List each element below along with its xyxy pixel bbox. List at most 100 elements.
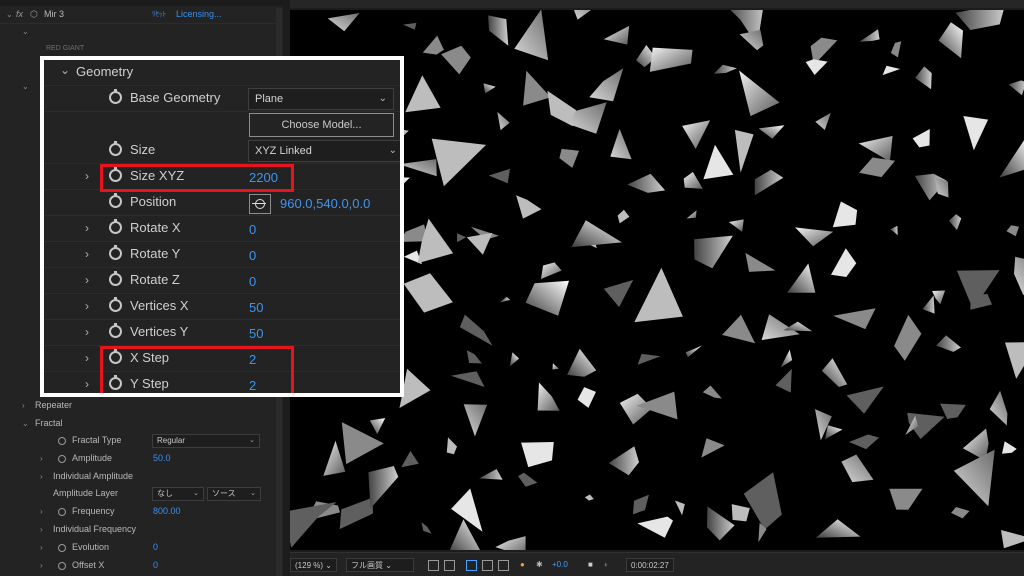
property-row-fractal-type[interactable]: Fractal Type Regular ⌄	[0, 432, 276, 449]
size-xyz-value[interactable]: 2200	[249, 170, 278, 185]
3d-view-icon[interactable]	[498, 560, 509, 571]
stopwatch-icon[interactable]	[109, 245, 122, 260]
stopwatch-icon[interactable]	[109, 323, 122, 338]
repeater-group-row[interactable]: › Repeater	[0, 397, 276, 414]
color-channels-icon[interactable]: ●	[520, 558, 525, 572]
effect-header-row[interactable]: ⌄ fx ⬡ Mir 3 ﾘｾｯﾄ Licensing...	[0, 6, 276, 23]
expand-arrow-icon[interactable]: ›	[85, 377, 89, 391]
viewer-tab-strip[interactable]	[290, 0, 1024, 8]
region-of-interest-icon[interactable]	[428, 560, 439, 571]
property-row-y-step[interactable]: › Y Step 2	[44, 372, 400, 393]
stopwatch-icon[interactable]	[109, 271, 122, 286]
choose-model-button[interactable]: Choose Model...	[249, 113, 394, 137]
stopwatch-icon[interactable]	[58, 544, 66, 552]
property-row-offset-x[interactable]: › Offset X 0	[0, 557, 276, 574]
property-row-amplitude[interactable]: › Amplitude 50.0	[0, 450, 276, 467]
stopwatch-icon[interactable]	[109, 349, 122, 364]
shard-fragment	[815, 519, 861, 538]
property-row-individual-amplitude[interactable]: › Individual Amplitude	[0, 468, 276, 485]
property-row-size-xyz[interactable]: › Size XYZ 2200	[44, 164, 400, 190]
expand-arrow-icon[interactable]: ›	[40, 557, 43, 574]
stopwatch-icon[interactable]	[58, 455, 66, 463]
expand-arrow-icon[interactable]: ›	[22, 397, 25, 414]
property-row-frequency[interactable]: › Frequency 800.00	[0, 503, 276, 520]
amplitude-layer-dropdown[interactable]: なし ⌄	[152, 487, 204, 501]
show-snapshot-icon[interactable]: ◐	[604, 558, 609, 572]
property-row-rotate-x[interactable]: › Rotate X 0	[44, 216, 400, 242]
size-dropdown[interactable]: XYZ Linked ⌄	[248, 140, 400, 162]
vertices-y-value[interactable]: 50	[249, 326, 263, 341]
collapse-arrow-icon[interactable]: ⌄	[22, 415, 29, 432]
shard-fragment	[617, 209, 630, 224]
expand-arrow-icon[interactable]: ›	[40, 539, 43, 556]
expand-arrow-icon[interactable]: ›	[85, 273, 89, 287]
resolution-dropdown[interactable]: フル画質 ⌄	[346, 558, 414, 572]
base-geometry-dropdown[interactable]: Plane ⌄	[248, 88, 394, 110]
licensing-link[interactable]: Licensing...	[176, 6, 222, 23]
collapse-arrow-icon[interactable]: ⌄	[60, 63, 70, 77]
property-row-x-step[interactable]: › X Step 2	[44, 346, 400, 372]
effect-subrow[interactable]: ⌄	[0, 23, 276, 40]
amplitude-value[interactable]: 50.0	[153, 450, 171, 467]
expand-arrow-icon[interactable]: ›	[85, 325, 89, 339]
stopwatch-icon[interactable]	[109, 167, 122, 182]
shard-fragment	[1001, 530, 1024, 549]
property-row-vertices-x[interactable]: › Vertices X 50	[44, 294, 400, 320]
geometry-group-header[interactable]: ⌄ Geometry	[44, 60, 400, 86]
amplitude-layer-source-dropdown[interactable]: ソース ⌄	[207, 487, 261, 501]
exposure-reset-icon[interactable]: ✱	[536, 558, 543, 572]
evolution-value[interactable]: 0	[153, 539, 158, 556]
position-value[interactable]: 960.0,540.0,0.0	[280, 196, 370, 211]
timecode-display[interactable]: 0:00:02:27	[626, 558, 674, 572]
snapshot-camera-icon[interactable]: ■	[588, 558, 593, 572]
rotate-x-value[interactable]: 0	[249, 222, 256, 237]
expand-arrow-icon[interactable]: ›	[85, 351, 89, 365]
collapse-arrow-icon[interactable]: ⌄	[22, 78, 29, 95]
fractal-type-dropdown[interactable]: Regular ⌄	[152, 434, 260, 448]
transparency-grid-icon[interactable]	[444, 560, 455, 571]
stopwatch-icon[interactable]	[109, 89, 122, 104]
expand-arrow-icon[interactable]: ›	[40, 503, 43, 520]
expand-arrow-icon[interactable]: ›	[85, 299, 89, 313]
property-row-position[interactable]: Position 960.0,540.0,0.0	[44, 190, 400, 216]
stopwatch-icon[interactable]	[109, 193, 122, 208]
offset-x-value[interactable]: 0	[153, 557, 158, 574]
stopwatch-icon[interactable]	[109, 297, 122, 312]
exposure-value[interactable]: +0.0	[552, 558, 568, 572]
property-row-base-geometry[interactable]: Base Geometry Plane ⌄	[44, 86, 400, 112]
guides-icon[interactable]	[482, 560, 493, 571]
property-row-rotate-y[interactable]: › Rotate Y 0	[44, 242, 400, 268]
stopwatch-icon[interactable]	[58, 508, 66, 516]
mask-path-icon[interactable]	[466, 560, 477, 571]
frequency-value[interactable]: 800.00	[153, 503, 181, 520]
expand-arrow-icon[interactable]: ›	[40, 521, 43, 538]
reset-link[interactable]: ﾘｾｯﾄ	[152, 6, 166, 23]
x-step-value[interactable]: 2	[249, 352, 256, 367]
stopwatch-icon[interactable]	[109, 375, 122, 390]
expand-arrow-icon[interactable]: ›	[85, 169, 89, 183]
expand-arrow-icon[interactable]: ›	[40, 468, 43, 485]
stopwatch-icon[interactable]	[58, 437, 66, 445]
position-target-icon[interactable]	[249, 194, 271, 214]
expand-arrow-icon[interactable]: ›	[85, 247, 89, 261]
collapse-arrow-icon[interactable]: ⌄	[22, 23, 29, 40]
collapse-arrow-icon[interactable]: ⌄	[6, 6, 13, 23]
zoom-dropdown[interactable]: (129 %) ⌄	[290, 558, 337, 572]
stopwatch-icon[interactable]	[109, 141, 122, 156]
cube-icon: ⬡	[30, 9, 38, 19]
stopwatch-icon[interactable]	[109, 219, 122, 234]
rotate-y-value[interactable]: 0	[249, 248, 256, 263]
property-row-amplitude-layer[interactable]: Amplitude Layer なし ⌄ ソース ⌄	[0, 485, 276, 502]
stopwatch-icon[interactable]	[58, 562, 66, 570]
y-step-value[interactable]: 2	[249, 378, 256, 393]
fractal-group-row[interactable]: ⌄ Fractal	[0, 415, 276, 432]
property-row-rotate-z[interactable]: › Rotate Z 0	[44, 268, 400, 294]
vertices-x-value[interactable]: 50	[249, 300, 263, 315]
property-row-individual-frequency[interactable]: › Individual Frequency	[0, 521, 276, 538]
expand-arrow-icon[interactable]: ›	[40, 450, 43, 467]
property-row-size[interactable]: Size XYZ Linked ⌄	[44, 138, 400, 164]
rotate-z-value[interactable]: 0	[249, 274, 256, 289]
expand-arrow-icon[interactable]: ›	[85, 221, 89, 235]
property-row-evolution[interactable]: › Evolution 0	[0, 539, 276, 556]
property-row-vertices-y[interactable]: › Vertices Y 50	[44, 320, 400, 346]
